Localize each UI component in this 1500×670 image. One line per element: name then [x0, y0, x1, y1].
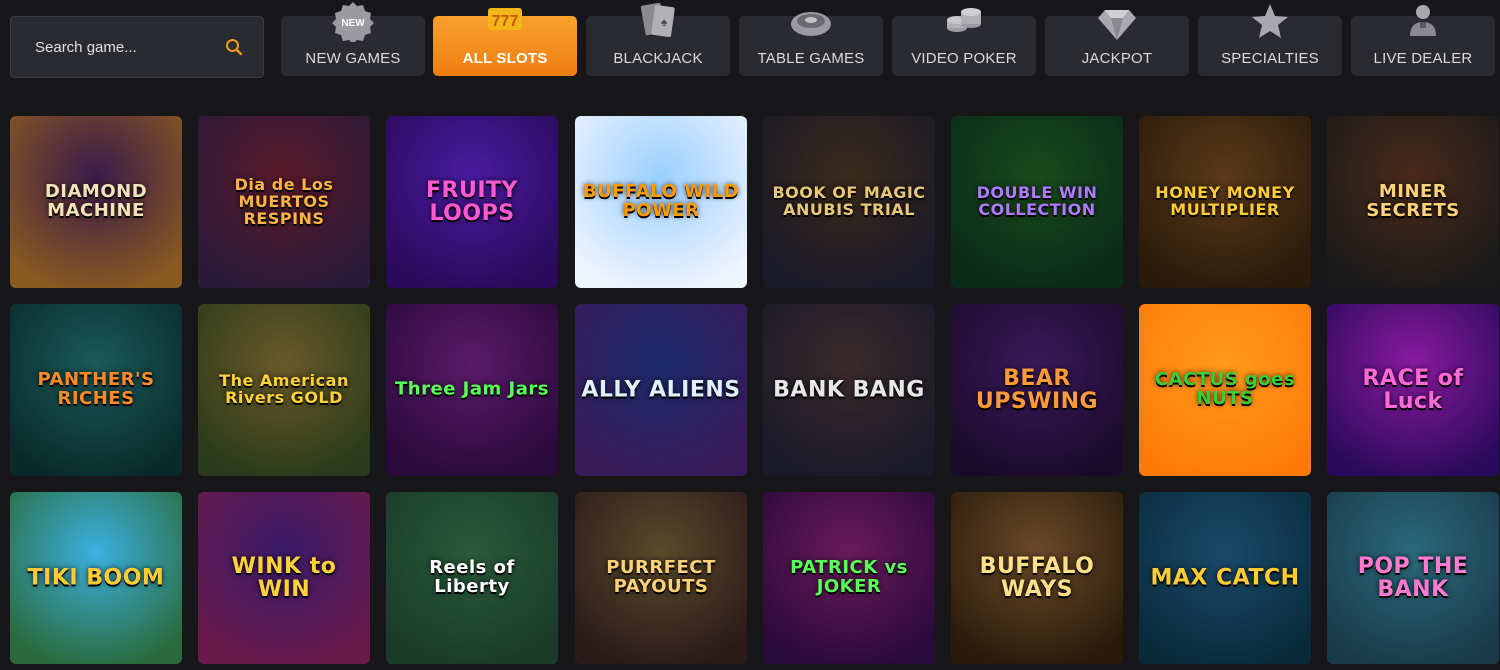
search-box[interactable]	[10, 16, 264, 78]
game-title: TIKI BOOM	[27, 565, 165, 591]
game-tile[interactable]: DIAMOND MACHINE	[10, 116, 182, 288]
game-title: BUFFALO WAYS	[979, 553, 1095, 602]
tab-all-slots[interactable]: 777 ALL SLOTS	[433, 8, 577, 76]
game-tile[interactable]: PURRFECT PAYOUTS	[575, 492, 747, 664]
search-icon[interactable]	[225, 38, 243, 56]
game-tile[interactable]: Reels of Liberty	[386, 492, 558, 664]
game-title: BANK BANG	[773, 377, 925, 403]
tab-specialties[interactable]: SPECIALTIES	[1198, 4, 1342, 76]
game-tile[interactable]: BANK BANG	[763, 304, 935, 476]
star-icon	[1252, 4, 1288, 38]
game-title: BEAR UPSWING	[975, 365, 1099, 414]
tab-blackjack[interactable]: ♠ BLACKJACK	[586, 2, 730, 76]
tab-label: NEW GAMES	[305, 50, 401, 67]
game-tile[interactable]: PATRICK vs JOKER	[763, 492, 935, 664]
game-tile[interactable]: POP THE BANK	[1327, 492, 1499, 664]
game-tile[interactable]: BOOK OF MAGIC ANUBIS TRIAL	[763, 116, 935, 288]
svg-text:NEW: NEW	[341, 18, 365, 29]
game-tile[interactable]: RACE of Luck	[1327, 304, 1499, 476]
tab-label: JACKPOT	[1081, 50, 1153, 67]
tab-label: VIDEO POKER	[911, 50, 1017, 67]
game-title: PANTHER'S RICHES	[37, 369, 155, 409]
game-title: DIAMOND MACHINE	[44, 181, 148, 221]
game-title: BOOK OF MAGIC ANUBIS TRIAL	[772, 183, 926, 219]
game-title: Three Jam Jars	[395, 378, 549, 400]
game-title: Reels of Liberty	[429, 557, 515, 597]
game-title: WINK to WIN	[231, 553, 337, 602]
game-tile[interactable]: The American Rivers GOLD	[198, 304, 370, 476]
tab-label: TABLE GAMES	[757, 50, 865, 67]
slot-777-icon: 777	[488, 8, 522, 30]
game-title: POP THE BANK	[1357, 553, 1469, 602]
game-title: DOUBLE WIN COLLECTION	[976, 183, 1098, 219]
tab-label: SPECIALTIES	[1221, 50, 1319, 67]
game-tile[interactable]: DOUBLE WIN COLLECTION	[951, 116, 1123, 288]
svg-text:♠: ♠	[661, 15, 668, 29]
tab-video-poker[interactable]: VIDEO POKER	[892, 8, 1036, 76]
diamond-icon	[1098, 10, 1136, 40]
cards-icon: ♠	[640, 2, 675, 37]
game-title: CACTUS goes NUTS	[1154, 369, 1296, 409]
tab-jackpot[interactable]: JACKPOT	[1045, 10, 1189, 76]
game-title: PURRFECT PAYOUTS	[606, 557, 716, 597]
game-tile[interactable]: FRUITY LOOPS	[386, 116, 558, 288]
game-title: ALLY ALIENS	[581, 377, 741, 403]
game-title: PATRICK vs JOKER	[790, 557, 908, 597]
game-tile[interactable]: Dia de Los MUERTOS RESPINS	[198, 116, 370, 288]
chips-icon	[947, 8, 981, 32]
game-tile[interactable]: BUFFALO WAYS	[951, 492, 1123, 664]
game-title: MAX CATCH	[1150, 565, 1300, 591]
game-tile[interactable]: WINK to WIN	[198, 492, 370, 664]
tab-table-games[interactable]: TABLE GAMES	[739, 12, 883, 76]
roulette-icon	[791, 12, 831, 36]
game-tile[interactable]: HONEY MONEY MULTIPLIER	[1139, 116, 1311, 288]
game-tile[interactable]: CACTUS goes NUTS	[1139, 304, 1311, 476]
game-tile[interactable]: TIKI BOOM	[10, 492, 182, 664]
game-tile[interactable]: MINER SECRETS	[1327, 116, 1499, 288]
tab-new-games[interactable]: NEW NEW GAMES	[281, 2, 425, 76]
game-tile[interactable]: ALLY ALIENS	[575, 304, 747, 476]
game-tile[interactable]: Three Jam Jars	[386, 304, 558, 476]
tab-label: LIVE DEALER	[1373, 50, 1473, 67]
dealer-icon	[1410, 5, 1436, 36]
game-title: RACE of Luck	[1362, 365, 1464, 414]
game-tile[interactable]: BUFFALO WILD POWER	[575, 116, 747, 288]
tab-label: BLACKJACK	[613, 50, 703, 67]
tab-live-dealer[interactable]: LIVE DEALER	[1351, 5, 1495, 76]
search-input[interactable]	[33, 37, 217, 57]
game-title: FRUITY LOOPS	[426, 177, 518, 226]
game-title: MINER SECRETS	[1366, 181, 1460, 221]
tab-label: ALL SLOTS	[462, 50, 548, 67]
game-tile[interactable]: MAX CATCH	[1139, 492, 1311, 664]
new-badge-icon: NEW	[332, 2, 374, 42]
game-title: Dia de Los MUERTOS RESPINS	[234, 174, 334, 228]
game-title: BUFFALO WILD POWER	[582, 181, 740, 221]
game-tile[interactable]: BEAR UPSWING	[951, 304, 1123, 476]
game-title: HONEY MONEY MULTIPLIER	[1155, 183, 1295, 219]
game-tile[interactable]: PANTHER'S RICHES	[10, 304, 182, 476]
svg-text:777: 777	[492, 13, 519, 30]
game-title: The American Rivers GOLD	[219, 371, 349, 407]
